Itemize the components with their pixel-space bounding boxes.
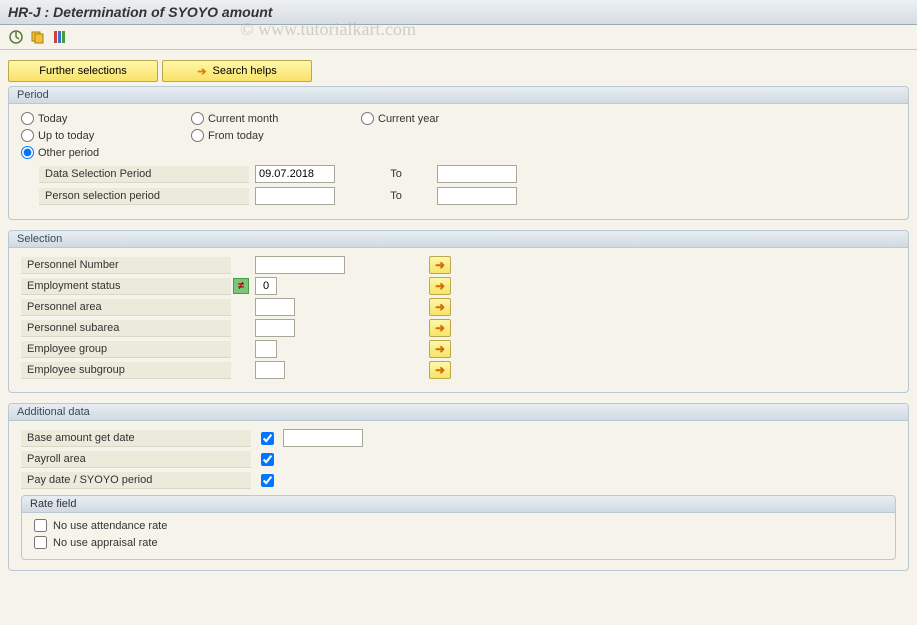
radio-other-period-label: Other period: [38, 147, 99, 159]
blank-icon: [233, 361, 251, 379]
employee-subgroup-multiple-button[interactable]: ➜: [429, 361, 451, 379]
radio-from-today-input[interactable]: [191, 129, 204, 142]
data-selection-period-label: Data Selection Period: [39, 166, 249, 183]
employment-status-input[interactable]: [255, 277, 277, 295]
arrow-right-icon: ➔: [197, 65, 206, 78]
employment-status-label: Employment status: [21, 278, 231, 295]
to-label-1: To: [361, 168, 431, 180]
personnel-subarea-input[interactable]: [255, 319, 295, 337]
blank-icon: [233, 256, 251, 274]
personnel-area-input[interactable]: [255, 298, 295, 316]
person-selection-from-input[interactable]: [255, 187, 335, 205]
radio-current-month-label: Current month: [208, 113, 278, 125]
additional-data-legend: Additional data: [9, 404, 908, 421]
radio-current-month[interactable]: Current month: [191, 112, 361, 125]
pay-date-syoyo-label: Pay date / SYOYO period: [21, 472, 251, 489]
additional-data-group: Additional data Base amount get date Pay…: [8, 403, 909, 571]
further-selections-button[interactable]: Further selections: [8, 60, 158, 82]
personnel-subarea-label: Personnel subarea: [21, 320, 231, 337]
search-helps-button[interactable]: ➔ Search helps: [162, 60, 312, 82]
radio-today-label: Today: [38, 113, 67, 125]
base-amount-date-input[interactable]: [283, 429, 363, 447]
radio-from-today[interactable]: From today: [191, 129, 361, 142]
page-title: HR-J : Determination of SYOYO amount: [0, 0, 917, 25]
radio-current-year-label: Current year: [378, 113, 439, 125]
personnel-area-label: Personnel area: [21, 299, 231, 316]
personnel-subarea-multiple-button[interactable]: ➜: [429, 319, 451, 337]
person-selection-period-label: Person selection period: [39, 188, 249, 205]
color-bars-icon[interactable]: [52, 29, 68, 45]
employee-subgroup-label: Employee subgroup: [21, 362, 231, 379]
period-legend: Period: [9, 87, 908, 104]
employee-group-input[interactable]: [255, 340, 277, 358]
personnel-number-input[interactable]: [255, 256, 345, 274]
no-use-appraisal-checkbox[interactable]: [34, 536, 47, 549]
employment-status-multiple-button[interactable]: ➜: [429, 277, 451, 295]
base-amount-date-checkbox[interactable]: [261, 432, 274, 445]
blank-icon: [233, 340, 251, 358]
base-amount-date-label: Base amount get date: [21, 430, 251, 447]
employee-subgroup-input[interactable]: [255, 361, 285, 379]
person-selection-to-input[interactable]: [437, 187, 517, 205]
variant-icon[interactable]: [30, 29, 46, 45]
no-use-appraisal-label: No use appraisal rate: [53, 537, 158, 549]
button-bar: Further selections ➔ Search helps: [8, 60, 909, 82]
period-radio-grid: Today Current month Current year Up to t…: [21, 112, 896, 159]
main-content: Further selections ➔ Search helps Period…: [0, 50, 917, 591]
rate-field-legend: Rate field: [22, 496, 895, 513]
personnel-area-multiple-button[interactable]: ➜: [429, 298, 451, 316]
radio-today-input[interactable]: [21, 112, 34, 125]
personnel-number-label: Personnel Number: [21, 257, 231, 274]
personnel-number-multiple-button[interactable]: ➜: [429, 256, 451, 274]
employee-group-label: Employee group: [21, 341, 231, 358]
employee-group-multiple-button[interactable]: ➜: [429, 340, 451, 358]
not-equal-icon[interactable]: ≠: [233, 278, 249, 294]
selection-legend: Selection: [9, 231, 908, 248]
radio-current-month-input[interactable]: [191, 112, 204, 125]
selection-group: Selection Personnel Number ➜ Employment …: [8, 230, 909, 393]
radio-current-year-input[interactable]: [361, 112, 374, 125]
payroll-area-checkbox[interactable]: [261, 453, 274, 466]
radio-from-today-label: From today: [208, 130, 264, 142]
blank-icon: [233, 319, 251, 337]
no-use-attendance-row[interactable]: No use attendance rate: [34, 519, 883, 532]
radio-other-period[interactable]: Other period: [21, 146, 191, 159]
radio-up-to-today-label: Up to today: [38, 130, 94, 142]
radio-today[interactable]: Today: [21, 112, 191, 125]
no-use-attendance-checkbox[interactable]: [34, 519, 47, 532]
no-use-appraisal-row[interactable]: No use appraisal rate: [34, 536, 883, 549]
radio-other-period-input[interactable]: [21, 146, 34, 159]
rate-field-group: Rate field No use attendance rate No use…: [21, 495, 896, 560]
period-group: Period Today Current month Current year …: [8, 86, 909, 220]
app-toolbar: © www.tutorialkart.com: [0, 25, 917, 50]
further-selections-label: Further selections: [39, 65, 126, 77]
execute-icon[interactable]: [8, 29, 24, 45]
pay-date-syoyo-checkbox[interactable]: [261, 474, 274, 487]
radio-up-to-today-input[interactable]: [21, 129, 34, 142]
radio-current-year[interactable]: Current year: [361, 112, 531, 125]
no-use-attendance-label: No use attendance rate: [53, 520, 167, 532]
to-label-2: To: [361, 190, 431, 202]
payroll-area-label: Payroll area: [21, 451, 251, 468]
search-helps-label: Search helps: [213, 65, 277, 77]
data-selection-from-input[interactable]: [255, 165, 335, 183]
data-selection-to-input[interactable]: [437, 165, 517, 183]
blank-icon: [233, 298, 251, 316]
radio-up-to-today[interactable]: Up to today: [21, 129, 191, 142]
